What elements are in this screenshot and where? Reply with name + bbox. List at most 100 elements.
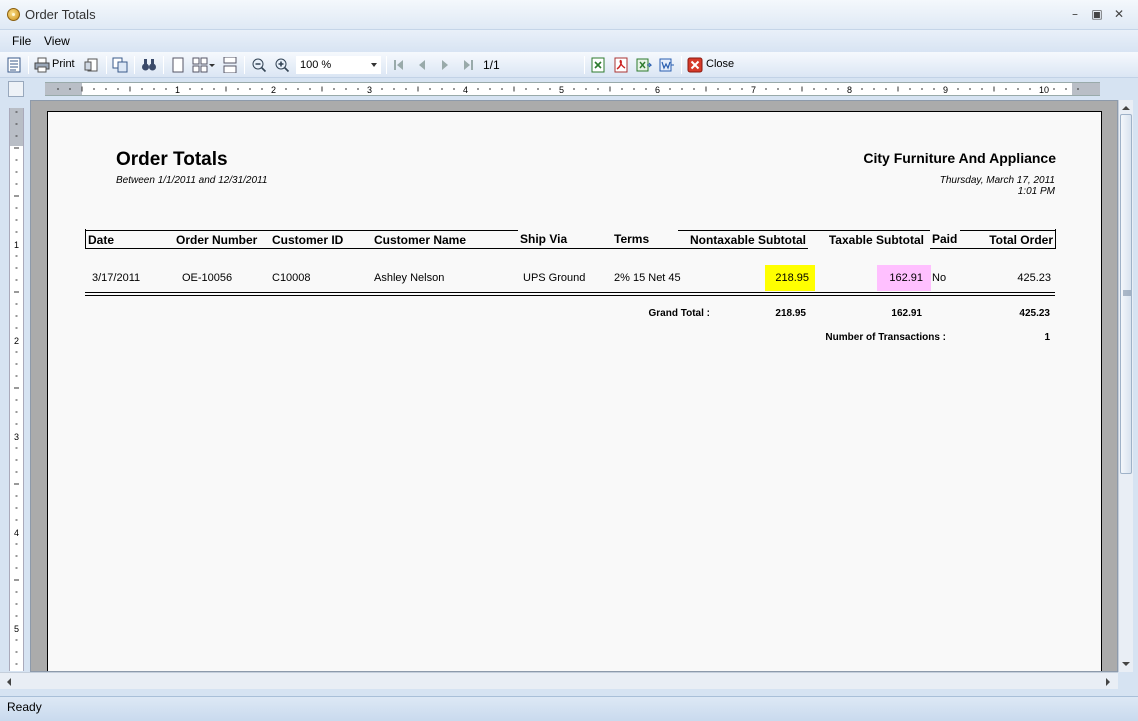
column-header-nontaxable-subtotal: Nontaxable Subtotal (678, 230, 808, 249)
vertical-scrollbar[interactable] (1118, 100, 1133, 672)
ruler-number: 5 (14, 624, 19, 634)
status-bar: Ready (0, 696, 1138, 721)
title-bar: Order Totals – ▣ ✕ (0, 0, 1138, 30)
ruler-number: 2 (14, 336, 19, 346)
cell-terms: 2% 15 Net 45 (614, 272, 681, 284)
grand-total-label: Grand Total : (648, 308, 710, 319)
report-page: Order Totals Between 1/1/2011 and 12/31/… (47, 111, 1102, 671)
column-header-customer-id: Customer ID (270, 230, 372, 249)
cell-total-order: 425.23 (1017, 272, 1051, 284)
ruler-number: 7 (751, 85, 756, 95)
horizontal-scrollbar[interactable] (0, 672, 1118, 689)
cell-order-number: OE-10056 (182, 272, 233, 284)
toolbar-separator (134, 56, 135, 74)
grand-total-nontaxable: 218.95 (775, 308, 806, 319)
app-icon (7, 8, 20, 21)
ruler-number: 1 (14, 240, 19, 250)
page-setup-icon[interactable] (84, 57, 100, 73)
zoom-select[interactable]: 100 % (296, 56, 381, 74)
ruler-number: 4 (463, 85, 468, 95)
grip-icon (1123, 290, 1131, 296)
cell-ship-via: UPS Ground (523, 272, 586, 284)
cell-nontaxable-subtotal: 218.95 (765, 265, 815, 291)
export-word-icon[interactable] (659, 57, 675, 73)
toolbar-separator (584, 56, 585, 74)
column-header-terms: Terms (612, 230, 678, 249)
toolbar-separator (28, 56, 29, 74)
continuous-page-icon[interactable] (222, 57, 238, 73)
cell-paid: No (932, 272, 947, 284)
menu-bar: File View (0, 30, 1138, 52)
document-map-icon[interactable] (6, 57, 22, 73)
status-text: Ready (7, 700, 42, 714)
last-page-icon[interactable] (460, 57, 476, 73)
multi-page-icon[interactable] (192, 57, 208, 73)
cell-date: 3/17/2011 (92, 272, 141, 284)
export-excel-arrow-icon[interactable] (636, 57, 652, 73)
zoom-out-icon[interactable] (251, 57, 267, 73)
header-border (1055, 229, 1056, 249)
column-header-customer-name: Customer Name (372, 230, 518, 249)
ruler-number: 6 (655, 85, 660, 95)
printer-icon[interactable] (34, 57, 50, 73)
header-border (85, 229, 86, 249)
report-viewer[interactable]: Order Totals Between 1/1/2011 and 12/31/… (30, 100, 1118, 672)
column-header-date: Date (85, 230, 174, 249)
print-time: 1:01 PM (1017, 186, 1055, 197)
grand-total-order: 425.23 (1019, 308, 1050, 319)
ruler-number: 1 (175, 85, 180, 95)
ruler-number: 9 (943, 85, 948, 95)
cell-customer-name: Ashley Nelson (374, 272, 445, 284)
divider (85, 292, 1055, 293)
transactions-count: 1 (1044, 332, 1050, 343)
report-date-range: Between 1/1/2011 and 12/31/2011 (116, 175, 268, 186)
toolbar-separator (106, 56, 107, 74)
close-window-icon[interactable]: ✕ (1108, 5, 1130, 23)
zoom-value: 100 % (300, 59, 332, 71)
export-excel-icon[interactable] (590, 57, 606, 73)
column-header-taxable-subtotal: Taxable Subtotal (808, 230, 930, 249)
report-title: Order Totals (116, 149, 228, 170)
page-indicator[interactable]: 1/1 (483, 58, 500, 72)
scroll-down-icon[interactable] (1121, 660, 1131, 668)
ruler-margin (1072, 83, 1100, 95)
column-header-order-number: Order Number (174, 230, 270, 249)
menu-file[interactable]: File (12, 34, 31, 48)
single-page-icon[interactable] (170, 57, 186, 73)
window-title: Order Totals (25, 7, 96, 22)
ruler-ticks: 1 2 3 4 5 (10, 108, 23, 665)
export-pdf-icon[interactable] (613, 57, 629, 73)
toolbar-separator (163, 56, 164, 74)
scroll-left-icon[interactable] (5, 677, 13, 687)
company-name: City Furniture And Appliance (863, 150, 1056, 166)
toolbar-separator (386, 56, 387, 74)
vertical-scroll-thumb[interactable] (1120, 114, 1132, 474)
menu-view[interactable]: View (44, 34, 70, 48)
scroll-up-icon[interactable] (1121, 104, 1131, 112)
zoom-in-icon[interactable] (274, 57, 290, 73)
find-binoculars-icon[interactable] (141, 57, 157, 73)
horizontal-ruler: 1 2 3 4 5 6 7 8 9 10 (45, 82, 1100, 96)
ruler-number: 3 (14, 432, 19, 442)
next-page-icon[interactable] (437, 57, 453, 73)
ruler-number: 2 (271, 85, 276, 95)
minimize-icon[interactable]: – (1064, 5, 1086, 23)
print-button[interactable]: Print (52, 58, 75, 70)
previous-page-icon[interactable] (414, 57, 430, 73)
ruler-corner (8, 81, 24, 97)
ruler-margin (10, 108, 23, 146)
cell-taxable-subtotal: 162.91 (877, 265, 931, 291)
toolbar-separator (244, 56, 245, 74)
toolbar: Print Close (0, 52, 1138, 78)
close-icon[interactable] (687, 57, 703, 73)
close-button[interactable]: Close (706, 58, 734, 70)
chevron-down-icon[interactable] (208, 57, 216, 73)
chevron-down-icon[interactable] (371, 63, 377, 67)
scroll-right-icon[interactable] (1104, 677, 1112, 687)
toolbar-separator (681, 56, 682, 74)
print-date: Thursday, March 17, 2011 (939, 175, 1055, 186)
transactions-label: Number of Transactions : (825, 332, 946, 343)
copy-icon[interactable] (112, 57, 128, 73)
maximize-icon[interactable]: ▣ (1086, 5, 1108, 23)
first-page-icon[interactable] (391, 57, 407, 73)
